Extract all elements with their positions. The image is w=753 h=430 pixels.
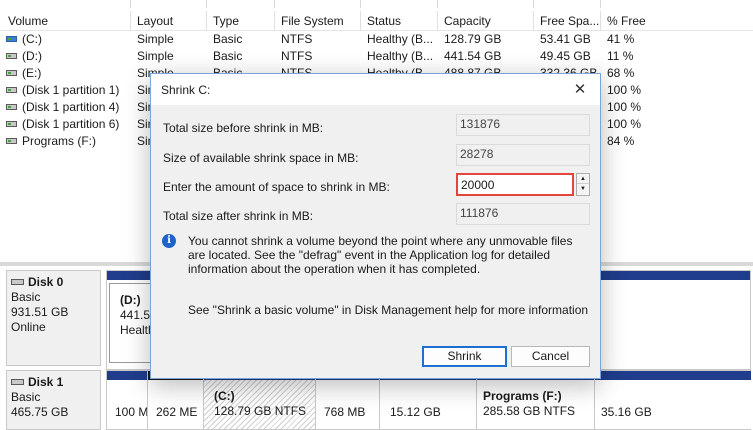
help-message: See "Shrink a basic volume" in Disk Mana… — [188, 303, 589, 317]
available-label: Size of available shrink space in MB: — [163, 151, 359, 165]
disk-size: 465.75 GB — [11, 405, 69, 419]
cell-layout: Simple — [137, 32, 174, 46]
total-before-field: 131876 — [456, 114, 590, 136]
partition-size: 100 M — [115, 405, 148, 419]
cell-capacity: 441.54 GB — [444, 49, 502, 63]
partition-size: 285.58 GB NTFS — [483, 404, 576, 418]
partition-bar — [595, 371, 751, 380]
disk-state: Online — [11, 320, 46, 334]
cell-capacity: 128.79 GB — [444, 32, 502, 46]
cell-volume: (Disk 1 partition 1) — [22, 83, 120, 97]
partition-programs-f[interactable]: Programs (F:) 285.58 GB NTFS — [477, 371, 595, 429]
disk-type: Basic — [11, 390, 41, 404]
column-header-status[interactable]: Status — [367, 14, 401, 28]
disk-icon — [11, 379, 24, 385]
partition-title: Programs (F:) — [483, 389, 562, 403]
cell-volume: (D:) — [22, 49, 42, 63]
info-message: You cannot shrink a volume beyond the po… — [188, 234, 573, 276]
cell-file-system: NTFS — [281, 32, 313, 46]
volume-icon — [6, 87, 17, 93]
volume-icon — [6, 36, 17, 42]
shrink-amount-input[interactable] — [456, 173, 574, 196]
disk-1-label[interactable]: Disk 1 Basic 465.75 GB — [6, 370, 101, 430]
cell-volume: (Disk 1 partition 4) — [22, 100, 120, 114]
close-icon[interactable]: ✕ — [560, 74, 600, 105]
cell-status: Healthy (B... — [367, 49, 434, 63]
volume-icon — [6, 70, 17, 76]
dialog-title: Shrink C: — [161, 83, 211, 97]
cell-volume: (C:) — [22, 32, 42, 46]
cell-free-space: 49.45 GB — [540, 49, 591, 63]
column-header-percent-free[interactable]: % Free — [607, 14, 646, 28]
column-header-layout[interactable]: Layout — [137, 14, 173, 28]
partition-c[interactable]: (C:) 128.79 GB NTFS — [204, 371, 316, 429]
table-row[interactable]: (C:) Simple Basic NTFS Healthy (B... 128… — [0, 31, 753, 48]
disk-name: Disk 0 — [28, 275, 64, 289]
partition-title: (C:) — [214, 389, 235, 403]
cell-percent-free: 11 % — [607, 49, 634, 63]
shrink-amount-label: Enter the amount of space to shrink in M… — [163, 180, 390, 194]
total-after-field: 111876 — [456, 203, 590, 225]
disk-type: Basic — [11, 290, 41, 304]
cell-percent-free: 68 % — [607, 66, 635, 80]
volume-icon — [6, 121, 17, 127]
spin-up-icon[interactable]: ▲ — [577, 174, 589, 184]
cell-volume: (E:) — [22, 66, 42, 80]
cancel-button[interactable]: Cancel — [511, 346, 590, 367]
total-after-label: Total size after shrink in MB: — [163, 209, 314, 223]
volume-icon — [6, 138, 17, 144]
volume-icon — [6, 104, 17, 110]
column-header-type[interactable]: Type — [213, 14, 239, 28]
cell-volume: Programs (F:) — [22, 134, 97, 148]
disk-1-map: 100 M 262 ME (C:) 128.79 GB NTFS 768 MB … — [106, 370, 751, 430]
table-header: Volume Layout Type File System Status Ca… — [0, 11, 753, 31]
volume-icon — [6, 53, 17, 59]
column-header-file-system[interactable]: File System — [281, 14, 344, 28]
cell-percent-free: 100 % — [607, 100, 642, 114]
cell-percent-free: 84 % — [607, 134, 635, 148]
partition-disk1-p5[interactable]: 15.12 GB — [380, 371, 477, 429]
cell-type: Basic — [213, 49, 243, 63]
partition-title: (D:) — [120, 293, 141, 307]
partition-disk1-p7[interactable]: 35.16 GB — [595, 371, 751, 429]
disk-name: Disk 1 — [28, 375, 64, 389]
partition-bar — [107, 371, 147, 380]
available-field: 28278 — [456, 144, 590, 166]
column-header-volume[interactable]: Volume — [8, 14, 48, 28]
shrink-button[interactable]: Shrink — [422, 346, 507, 367]
info-icon: i — [162, 234, 176, 248]
cell-percent-free: 100 % — [607, 117, 642, 131]
total-before-label: Total size before shrink in MB: — [163, 121, 324, 135]
spin-down-icon[interactable]: ▼ — [577, 184, 589, 194]
partition-size: 35.16 GB — [601, 405, 652, 419]
column-header-capacity[interactable]: Capacity — [444, 14, 491, 28]
disk-icon — [11, 279, 24, 285]
table-row[interactable]: (D:) Simple Basic NTFS Healthy (B... 441… — [0, 48, 753, 65]
cell-type: Basic — [213, 32, 243, 46]
cell-free-space: 53.41 GB — [540, 32, 591, 46]
shrink-amount-stepper: ▲ ▼ — [456, 173, 590, 196]
partition-size: 262 ME — [156, 405, 198, 419]
table-top-strip — [0, 0, 753, 11]
cell-layout: Simple — [137, 49, 174, 63]
cell-volume: (Disk 1 partition 6) — [22, 117, 120, 131]
partition-disk1-p2[interactable]: 262 ME — [148, 371, 204, 429]
cell-percent-free: 41 % — [607, 32, 635, 46]
partition-disk1-p1[interactable]: 100 M — [107, 371, 148, 429]
disk-size: 931.51 GB — [11, 305, 69, 319]
partition-size: 768 MB — [324, 405, 366, 419]
spin-control: ▲ ▼ — [576, 173, 590, 196]
partition-disk1-p4[interactable]: 768 MB — [316, 371, 380, 429]
disk-0-label[interactable]: Disk 0 Basic 931.51 GB Online — [6, 270, 101, 366]
cell-percent-free: 100 % — [607, 83, 642, 97]
partition-size: 15.12 GB — [390, 405, 441, 419]
partition-size: 128.79 GB NTFS — [214, 404, 307, 418]
shrink-dialog: Shrink C: ✕ Total size before shrink in … — [150, 73, 601, 379]
cell-file-system: NTFS — [281, 49, 313, 63]
column-header-free-space[interactable]: Free Spa... — [540, 14, 599, 28]
dialog-titlebar[interactable]: Shrink C: ✕ — [151, 74, 600, 105]
cell-status: Healthy (B... — [367, 32, 434, 46]
